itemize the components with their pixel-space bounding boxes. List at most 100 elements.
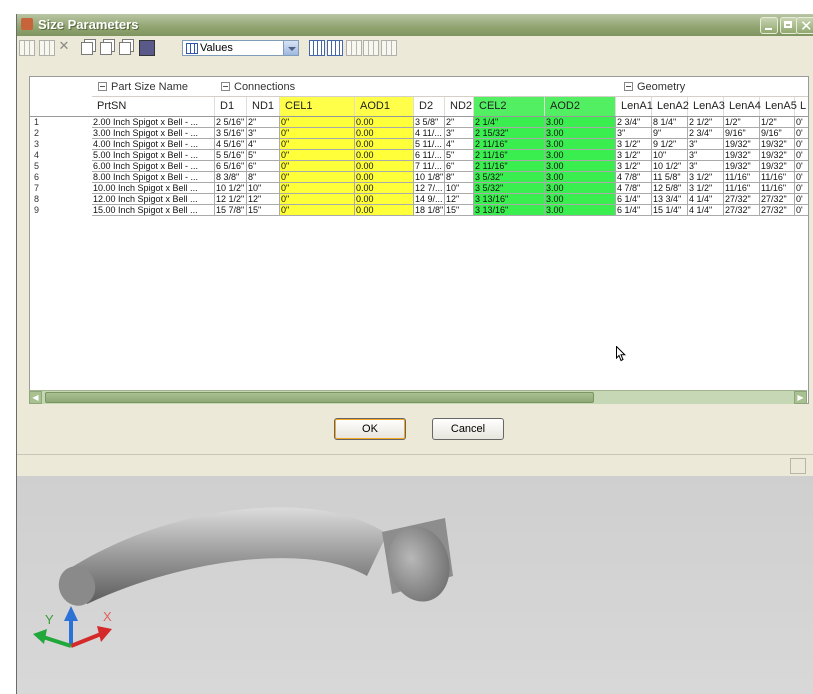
table-cell[interactable]: 0' [795, 139, 808, 150]
table-cell[interactable]: 15.00 Inch Spigot x Bell ... [92, 205, 215, 216]
table-cell[interactable]: 4 1/4" [688, 194, 724, 205]
row-number[interactable]: 1 [30, 117, 91, 128]
table-cell[interactable]: 4 7/8" [616, 172, 652, 183]
table-cell[interactable]: 7 11/... [414, 161, 445, 172]
table-cell[interactable]: 19/32" [760, 139, 795, 150]
table-cell[interactable]: 15 7/8" [215, 205, 247, 216]
table-cell[interactable]: 12 5/8" [652, 183, 688, 194]
table-cell[interactable]: 8" [445, 172, 474, 183]
table-cell[interactable]: 0.00 [355, 172, 414, 183]
table-cell[interactable]: 0.00 [355, 117, 414, 128]
table-cell[interactable]: 2" [247, 117, 280, 128]
table-cell[interactable]: 2.00 Inch Spigot x Bell - ... [92, 117, 215, 128]
row-number[interactable]: 2 [30, 128, 91, 139]
table-cell[interactable]: 3.00 [545, 183, 616, 194]
table-cell[interactable]: 0" [280, 128, 355, 139]
table-cell[interactable]: 6" [445, 161, 474, 172]
table-cell[interactable]: 11 5/8" [652, 172, 688, 183]
table-cell[interactable]: 5" [445, 150, 474, 161]
table-cell[interactable]: 8" [247, 172, 280, 183]
table-cell[interactable]: 19/32" [760, 150, 795, 161]
table-cell[interactable]: 12 7/... [414, 183, 445, 194]
table-cell[interactable]: 14 9/... [414, 194, 445, 205]
column-header[interactable]: D2 [414, 97, 445, 116]
table-cell[interactable]: 3" [688, 150, 724, 161]
table-cell[interactable]: 8 3/8" [215, 172, 247, 183]
view-dropdown[interactable]: Values [182, 40, 299, 56]
table-cell[interactable]: 11/16" [724, 183, 760, 194]
table-cell[interactable]: 15" [247, 205, 280, 216]
table-cell[interactable]: 9/16" [724, 128, 760, 139]
group-header-part-size-name[interactable]: Part Size Name [92, 77, 215, 97]
table-cell[interactable]: 0' [795, 117, 808, 128]
table-cell[interactable]: 3.00 Inch Spigot x Bell - ... [92, 128, 215, 139]
table-cell[interactable]: 3 5/32" [474, 172, 545, 183]
table-cell[interactable]: 0.00 [355, 128, 414, 139]
column-header[interactable]: ND2 [445, 97, 474, 116]
table-cell[interactable]: 0" [280, 205, 355, 216]
table-cell[interactable]: 12" [247, 194, 280, 205]
table-cell[interactable]: 0" [280, 194, 355, 205]
table-cell[interactable]: 10 1/8" [414, 172, 445, 183]
table-cell[interactable]: 19/32" [724, 150, 760, 161]
table-cell[interactable]: 15 1/4" [652, 205, 688, 216]
table-cell[interactable]: 19/32" [724, 139, 760, 150]
table-row[interactable]: 1 2.00 Inch Spigot x Bell - ... 2 5/16" 2" 0… [30, 117, 808, 128]
table-cell[interactable]: 5.00 Inch Spigot x Bell - ... [92, 150, 215, 161]
table-cell[interactable]: 0.00 [355, 150, 414, 161]
table-cell[interactable]: 11/16" [760, 183, 795, 194]
column-header[interactable]: D1 [215, 97, 247, 116]
column-header[interactable]: L [795, 97, 808, 116]
table-cell[interactable]: 0' [795, 150, 808, 161]
table-cell[interactable]: 18 1/8" [414, 205, 445, 216]
column-header[interactable]: CEL2 [474, 97, 545, 116]
table-cell[interactable]: 0.00 [355, 205, 414, 216]
table-cell[interactable]: 10 1/2" [652, 161, 688, 172]
table-cell[interactable]: 10.00 Inch Spigot x Bell ... [92, 183, 215, 194]
table-row[interactable]: 2 3.00 Inch Spigot x Bell - ... 3 5/16" 3" 0… [30, 128, 808, 139]
row-number[interactable]: 7 [30, 183, 91, 194]
table-cell[interactable]: 3 1/2" [688, 183, 724, 194]
table-cell[interactable]: 0.00 [355, 183, 414, 194]
table-cell[interactable]: 3.00 [545, 139, 616, 150]
delete-icon[interactable]: ✕ [57, 40, 71, 54]
table-cell[interactable]: 3 1/2" [616, 139, 652, 150]
table-cell[interactable]: 27/32" [724, 205, 760, 216]
table-cell[interactable]: 15" [445, 205, 474, 216]
row-number[interactable]: 5 [30, 161, 91, 172]
table-cell[interactable]: 2 1/2" [688, 117, 724, 128]
table-cell[interactable]: 9/16" [760, 128, 795, 139]
cancel-button[interactable]: Cancel [432, 418, 504, 440]
column-header[interactable]: ND1 [247, 97, 280, 116]
title-bar[interactable]: Size Parameters [17, 14, 813, 36]
table-cell[interactable]: 0.00 [355, 139, 414, 150]
table-cell[interactable]: 9" [652, 128, 688, 139]
grid-tool-icon[interactable] [346, 40, 362, 56]
table-cell[interactable]: 8.00 Inch Spigot x Bell - ... [92, 172, 215, 183]
table-cell[interactable]: 2" [445, 117, 474, 128]
collapse-icon[interactable] [624, 81, 633, 91]
table-cell[interactable]: 0' [795, 183, 808, 194]
table-cell[interactable]: 4 5/16" [215, 139, 247, 150]
table-cell[interactable]: 4.00 Inch Spigot x Bell - ... [92, 139, 215, 150]
row-number[interactable]: 3 [30, 139, 91, 150]
table-cell[interactable]: 27/32" [760, 205, 795, 216]
table-cell[interactable]: 0' [795, 172, 808, 183]
collapse-icon[interactable] [221, 81, 230, 91]
save-icon[interactable] [139, 40, 155, 56]
dropdown-arrow-icon[interactable] [283, 40, 299, 56]
table-cell[interactable]: 6 11/... [414, 150, 445, 161]
table-cell[interactable]: 3 5/32" [474, 183, 545, 194]
table-cell[interactable]: 12 1/2" [215, 194, 247, 205]
row-number[interactable]: 9 [30, 205, 91, 216]
table-cell[interactable]: 6" [247, 161, 280, 172]
delete-row-icon[interactable] [39, 40, 55, 56]
row-number[interactable]: 6 [30, 172, 91, 183]
table-cell[interactable]: 3 5/16" [215, 128, 247, 139]
table-cell[interactable]: 0.00 [355, 194, 414, 205]
table-cell[interactable]: 4 11/... [414, 128, 445, 139]
table-cell[interactable]: 4 1/4" [688, 205, 724, 216]
table-cell[interactable]: 1/2" [724, 117, 760, 128]
copy-icon[interactable] [81, 42, 93, 55]
minimize-icon[interactable] [760, 17, 778, 34]
